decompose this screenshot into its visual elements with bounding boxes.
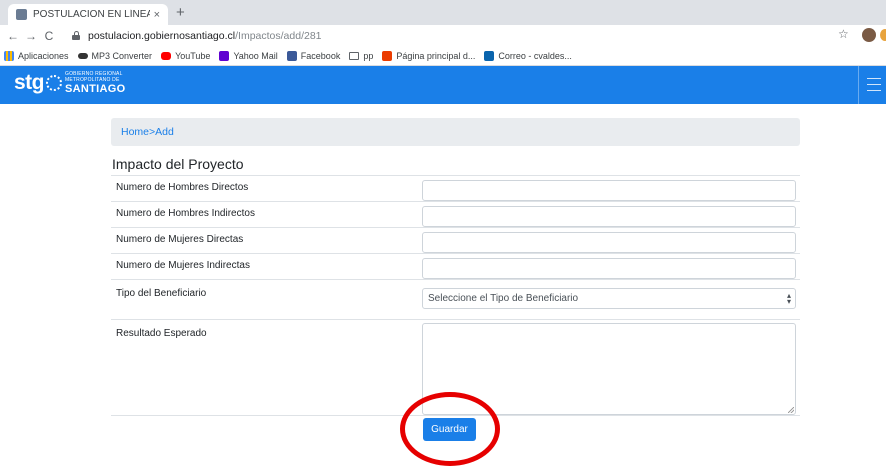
hombres-directos-input[interactable] bbox=[422, 180, 796, 201]
hamburger-icon bbox=[867, 90, 881, 92]
select-value: Seleccione el Tipo de Beneficiario bbox=[428, 293, 579, 304]
form-row-hombres-directos: Numero de Hombres Directos bbox=[111, 175, 800, 201]
facebook-icon bbox=[286, 50, 297, 61]
logo-big-line: SANTIAGO bbox=[65, 83, 126, 95]
field-label: Numero de Hombres Indirectos bbox=[116, 208, 255, 219]
breadcrumb-current[interactable]: Add bbox=[155, 126, 174, 138]
resize-grip-icon[interactable] bbox=[788, 407, 794, 413]
save-button[interactable]: Guardar bbox=[423, 418, 476, 441]
mp3-icon bbox=[77, 52, 88, 59]
back-button[interactable]: ← bbox=[4, 29, 22, 43]
form-row-mujeres-indirectas: Numero de Mujeres Indirectas bbox=[111, 253, 800, 279]
tab-title: POSTULACION EN LÍNEA bbox=[33, 9, 150, 20]
reload-button[interactable]: C bbox=[40, 29, 58, 43]
office-icon bbox=[382, 50, 393, 61]
breadcrumb: Home > Add bbox=[111, 118, 800, 146]
bookmark-label: pp bbox=[363, 50, 374, 61]
tab-close-icon[interactable]: × bbox=[154, 9, 160, 21]
form-row-resultado-esperado: Resultado Esperado bbox=[111, 319, 800, 415]
browser-tabstrip: POSTULACION EN LÍNEA × + bbox=[0, 0, 886, 25]
url-host: postulacion.gobiernosantiago.cl bbox=[88, 29, 236, 42]
field-label: Numero de Mujeres Indirectas bbox=[116, 260, 250, 271]
profile-avatar[interactable] bbox=[862, 28, 876, 42]
bookmark-label: MP3 Converter bbox=[91, 50, 153, 61]
bookmarks-bar: Aplicaciones MP3 Converter YouTube Yahoo… bbox=[0, 46, 886, 66]
tipo-beneficiario-select[interactable]: Seleccione el Tipo de Beneficiario ▴ ▾ bbox=[422, 288, 796, 309]
hombres-indirectos-input[interactable] bbox=[422, 206, 796, 227]
field-label: Tipo del Beneficiario bbox=[116, 288, 207, 299]
hamburger-icon bbox=[867, 78, 881, 80]
form-title: Impacto del Proyecto bbox=[112, 156, 244, 172]
bookmark-label: Yahoo Mail bbox=[233, 50, 278, 61]
bookmark-youtube[interactable]: YouTube bbox=[161, 51, 210, 61]
logo-text: stg bbox=[14, 71, 45, 94]
bookmark-star-icon[interactable]: ☆ bbox=[838, 27, 849, 41]
form-row-mujeres-directas: Numero de Mujeres Directas bbox=[111, 227, 800, 253]
site-logo[interactable]: stg GOBIERNO REGIONAL METROPOLITANO DE S… bbox=[14, 71, 125, 95]
form-bottom-rule bbox=[111, 415, 800, 416]
bookmark-facebook[interactable]: Facebook bbox=[286, 50, 341, 61]
browser-toolbar: ← → C postulacion.gobiernosantiago.cl/Im… bbox=[0, 25, 886, 46]
bookmark-label: Página principal d... bbox=[396, 50, 476, 61]
address-bar[interactable]: postulacion.gobiernosantiago.cl/Impactos… bbox=[72, 26, 830, 45]
logo-subtitle: GOBIERNO REGIONAL METROPOLITANO DE SANTI… bbox=[65, 71, 125, 95]
site-header: stg GOBIERNO REGIONAL METROPOLITANO DE S… bbox=[0, 66, 886, 104]
field-label: Resultado Esperado bbox=[116, 328, 207, 339]
field-label: Numero de Hombres Directos bbox=[116, 182, 249, 193]
yahoo-icon bbox=[219, 50, 230, 61]
bookmark-label: Correo - cvaldes... bbox=[498, 50, 572, 61]
lock-icon bbox=[72, 31, 80, 40]
field-label: Numero de Mujeres Directas bbox=[116, 234, 244, 245]
site-favicon-icon bbox=[16, 9, 27, 20]
apps-icon bbox=[4, 50, 14, 61]
select-arrows-icon: ▴ ▾ bbox=[786, 291, 791, 306]
browser-tab[interactable]: POSTULACION EN LÍNEA × bbox=[8, 4, 168, 25]
youtube-icon bbox=[161, 51, 172, 60]
new-tab-button[interactable]: + bbox=[176, 4, 185, 22]
bookmark-apps[interactable]: Aplicaciones bbox=[4, 50, 69, 61]
mujeres-indirectas-input[interactable] bbox=[422, 258, 796, 279]
bookmark-label: Aplicaciones bbox=[18, 50, 69, 61]
bookmark-label: YouTube bbox=[175, 50, 211, 61]
resultado-esperado-textarea[interactable] bbox=[422, 323, 796, 415]
bookmark-pp[interactable]: pp bbox=[349, 51, 373, 61]
extension-icon[interactable] bbox=[880, 29, 886, 41]
bookmark-outlook[interactable]: Correo - cvaldes... bbox=[484, 50, 572, 61]
form-row-hombres-indirectos: Numero de Hombres Indirectos bbox=[111, 201, 800, 227]
hamburger-icon bbox=[867, 84, 881, 86]
bookmark-yahoo-mail[interactable]: Yahoo Mail bbox=[219, 50, 278, 61]
folder-icon bbox=[349, 51, 360, 60]
logo-emblem-icon bbox=[46, 75, 62, 91]
bookmark-office[interactable]: Página principal d... bbox=[382, 50, 476, 61]
url-path: /Impactos/add/281 bbox=[235, 29, 322, 42]
breadcrumb-home-link[interactable]: Home bbox=[121, 126, 149, 138]
form-row-tipo-beneficiario: Tipo del Beneficiario Seleccione el Tipo… bbox=[111, 279, 800, 319]
bookmark-label: Facebook bbox=[300, 50, 341, 61]
outlook-icon bbox=[484, 50, 495, 61]
mujeres-directas-input[interactable] bbox=[422, 232, 796, 253]
menu-toggle-button[interactable] bbox=[858, 66, 886, 104]
bookmark-mp3-converter[interactable]: MP3 Converter bbox=[77, 50, 153, 61]
forward-button[interactable]: → bbox=[22, 29, 40, 43]
